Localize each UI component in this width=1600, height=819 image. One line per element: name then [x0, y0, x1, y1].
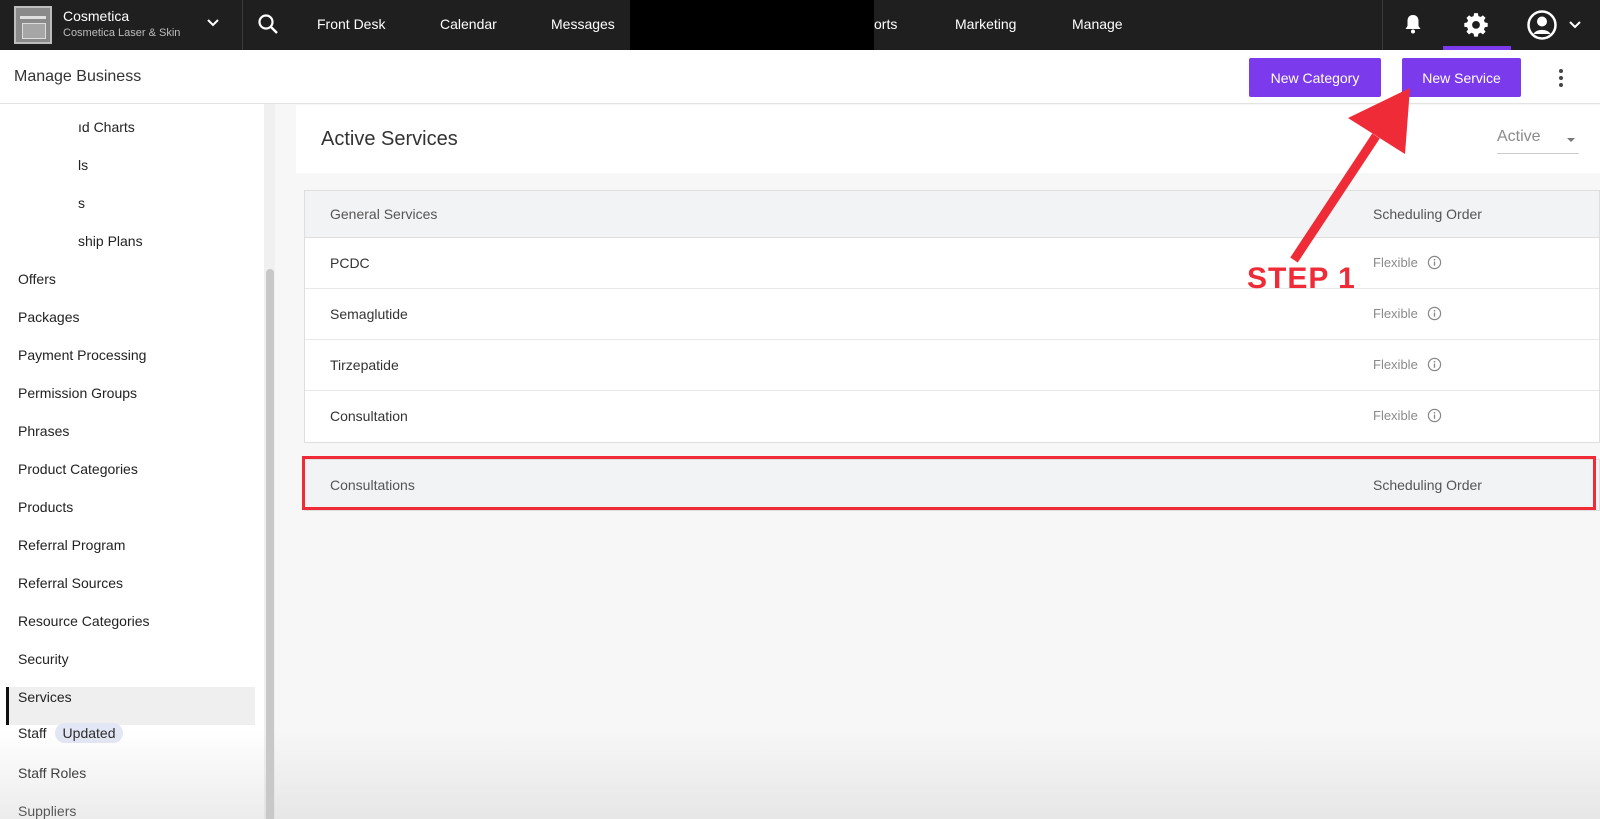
sidebar-item-partial-3[interactable]: s [78, 195, 85, 211]
service-row[interactable]: Consultation Flexible [305, 391, 1599, 442]
status-filter-value: Active [1497, 128, 1541, 145]
sidebar-item-product-categories[interactable]: Product Categories [18, 461, 138, 477]
nav-divider [1382, 0, 1383, 50]
account-icon[interactable] [1526, 9, 1558, 41]
sidebar-item-offers[interactable]: Offers [18, 271, 56, 287]
caret-down-icon [1567, 138, 1575, 142]
gear-icon[interactable] [1463, 11, 1489, 37]
search-icon[interactable] [256, 12, 280, 36]
sidebar-item-resource-categories[interactable]: Resource Categories [18, 613, 150, 629]
sidebar-item-partial-2[interactable]: ls [78, 157, 88, 173]
bell-icon[interactable] [1401, 12, 1425, 36]
business-switcher[interactable]: Cosmetica Cosmetica Laser & Skin [0, 0, 243, 50]
sidebar-item-membership-plans[interactable]: ship Plans [78, 233, 143, 249]
sidebar-item-security[interactable]: Security [18, 651, 69, 667]
annotation-arrow-icon [1290, 88, 1410, 263]
page-title: Manage Business [14, 68, 142, 85]
services-title: Active Services [321, 128, 458, 150]
annotation-highlight-box [302, 456, 1596, 510]
redaction-block [630, 0, 874, 50]
sidebar-item-services[interactable]: Services [18, 689, 72, 705]
scheduling-order-value: Flexible [1373, 306, 1418, 321]
business-location: Cosmetica Laser & Skin [63, 27, 181, 39]
sidebar-item-referral-sources[interactable]: Referral Sources [18, 575, 123, 591]
service-name[interactable]: Consultation [330, 408, 408, 424]
business-logo [14, 6, 52, 44]
sidebar-item-payment-processing[interactable]: Payment Processing [18, 347, 146, 363]
nav-front-desk[interactable]: Front Desk [317, 16, 385, 32]
nav-manage[interactable]: Manage [1072, 16, 1123, 32]
nav-calendar[interactable]: Calendar [440, 16, 497, 32]
updated-badge: Updated [54, 723, 124, 743]
scrollbar-thumb[interactable] [266, 269, 274, 819]
service-name[interactable]: Semaglutide [330, 306, 408, 322]
nav-messages[interactable]: Messages [551, 16, 615, 32]
sidebar-item-products[interactable]: Products [18, 499, 73, 515]
service-row[interactable]: Semaglutide Flexible [305, 289, 1599, 340]
sidebar-item-packages[interactable]: Packages [18, 309, 79, 325]
sidebar-item-staff[interactable]: Staff Updated [18, 723, 124, 743]
more-options-icon[interactable] [1549, 66, 1573, 90]
scheduling-order-value: Flexible [1373, 408, 1418, 423]
chevron-down-icon[interactable] [203, 13, 223, 33]
sidebar-item-staff-roles[interactable]: Staff Roles [18, 765, 86, 781]
step-label: STEP 1 [1247, 262, 1356, 295]
status-filter-select[interactable]: Active [1497, 126, 1579, 154]
service-row[interactable]: Tirzepatide Flexible [305, 340, 1599, 391]
sidebar-item-label: Staff [18, 725, 47, 741]
sidebar-item-charts[interactable]: ıd Charts [78, 119, 135, 135]
top-nav: Cosmetica Cosmetica Laser & Skin Front D… [0, 0, 1600, 50]
sidebar-item-permission-groups[interactable]: Permission Groups [18, 385, 137, 401]
nav-marketing[interactable]: Marketing [955, 16, 1016, 32]
sidebar-item-suppliers[interactable]: Suppliers [18, 803, 76, 819]
info-icon[interactable] [1427, 408, 1442, 423]
sidebar-item-phrases[interactable]: Phrases [18, 423, 69, 439]
category-name[interactable]: General Services [330, 206, 437, 222]
settings-sidebar: ıd Charts ls s ship Plans Offers Package… [0, 104, 275, 819]
service-name[interactable]: PCDC [330, 255, 370, 271]
info-icon[interactable] [1427, 357, 1442, 372]
sidebar-item-referral-program[interactable]: Referral Program [18, 537, 125, 553]
business-name: Cosmetica [63, 8, 130, 24]
nav-reports[interactable]: orts [874, 16, 897, 32]
info-icon[interactable] [1427, 306, 1442, 321]
service-name[interactable]: Tirzepatide [330, 357, 399, 373]
scheduling-order-value: Flexible [1373, 357, 1418, 372]
chevron-down-icon[interactable] [1565, 15, 1585, 35]
